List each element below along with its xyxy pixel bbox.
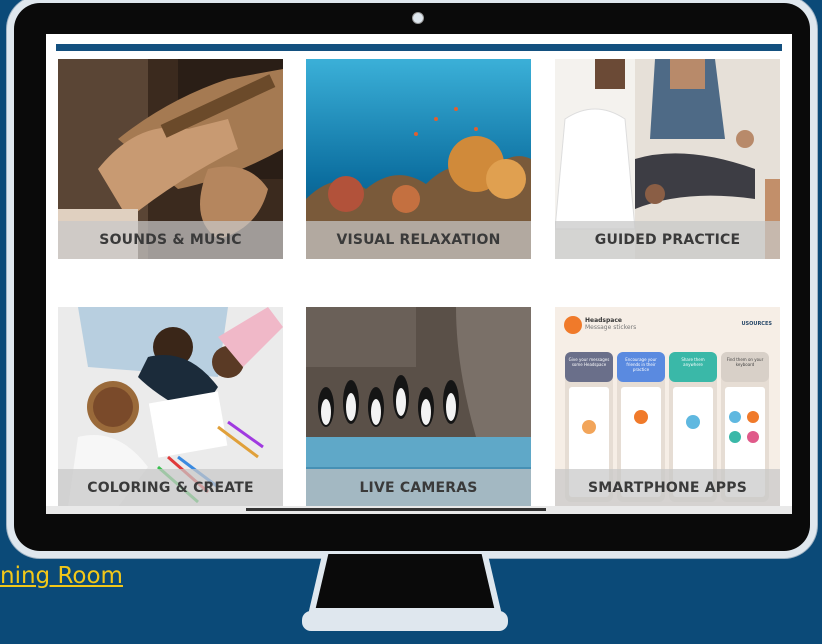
app-corner-logo: USOURCES (741, 321, 772, 327)
tile-label: COLORING & CREATE (58, 469, 283, 507)
scrollbar-thumb[interactable] (246, 508, 546, 511)
app-step-text: Encourage your friends in their practice (625, 357, 657, 372)
tile-label: VISUAL RELAXATION (306, 221, 531, 259)
tile-label: LIVE CAMERAS (306, 469, 531, 507)
tile-label: SMARTPHONE APPS (555, 469, 780, 507)
headspace-logo-icon (564, 316, 582, 334)
tile-coloring-create[interactable]: COLORING & CREATE (58, 307, 283, 507)
tile-visual-relaxation[interactable]: VISUAL RELAXATION (306, 59, 531, 259)
app-step-text: Share them anywhere (681, 357, 705, 367)
tile-label: SOUNDS & MUSIC (58, 221, 283, 259)
tile-sounds-music[interactable]: SOUNDS & MUSIC (58, 59, 283, 259)
tile-smartphone-apps[interactable]: Headspace Message stickers USOURCES Give… (555, 307, 780, 507)
tile-guided-practice[interactable]: GUIDED PRACTICE (555, 59, 780, 259)
webcam-icon (412, 12, 424, 24)
screen-header-bar (56, 44, 782, 51)
tile-live-cameras[interactable]: LIVE CAMERAS (306, 307, 531, 507)
app-subtitle: Message stickers (585, 324, 637, 331)
app-brand: Headspace (585, 317, 622, 324)
app-step-text: Find them on your keyboard (726, 357, 764, 367)
monitor-screen: SOUNDS & MUSIC VISUAL RELAXATION GUIDED … (46, 34, 792, 514)
waiting-room-link[interactable]: ning Room (0, 563, 123, 589)
monitor-stand (302, 551, 508, 631)
tile-label: GUIDED PRACTICE (555, 221, 780, 259)
app-step-text: Give your messages some Headspace (568, 357, 610, 367)
